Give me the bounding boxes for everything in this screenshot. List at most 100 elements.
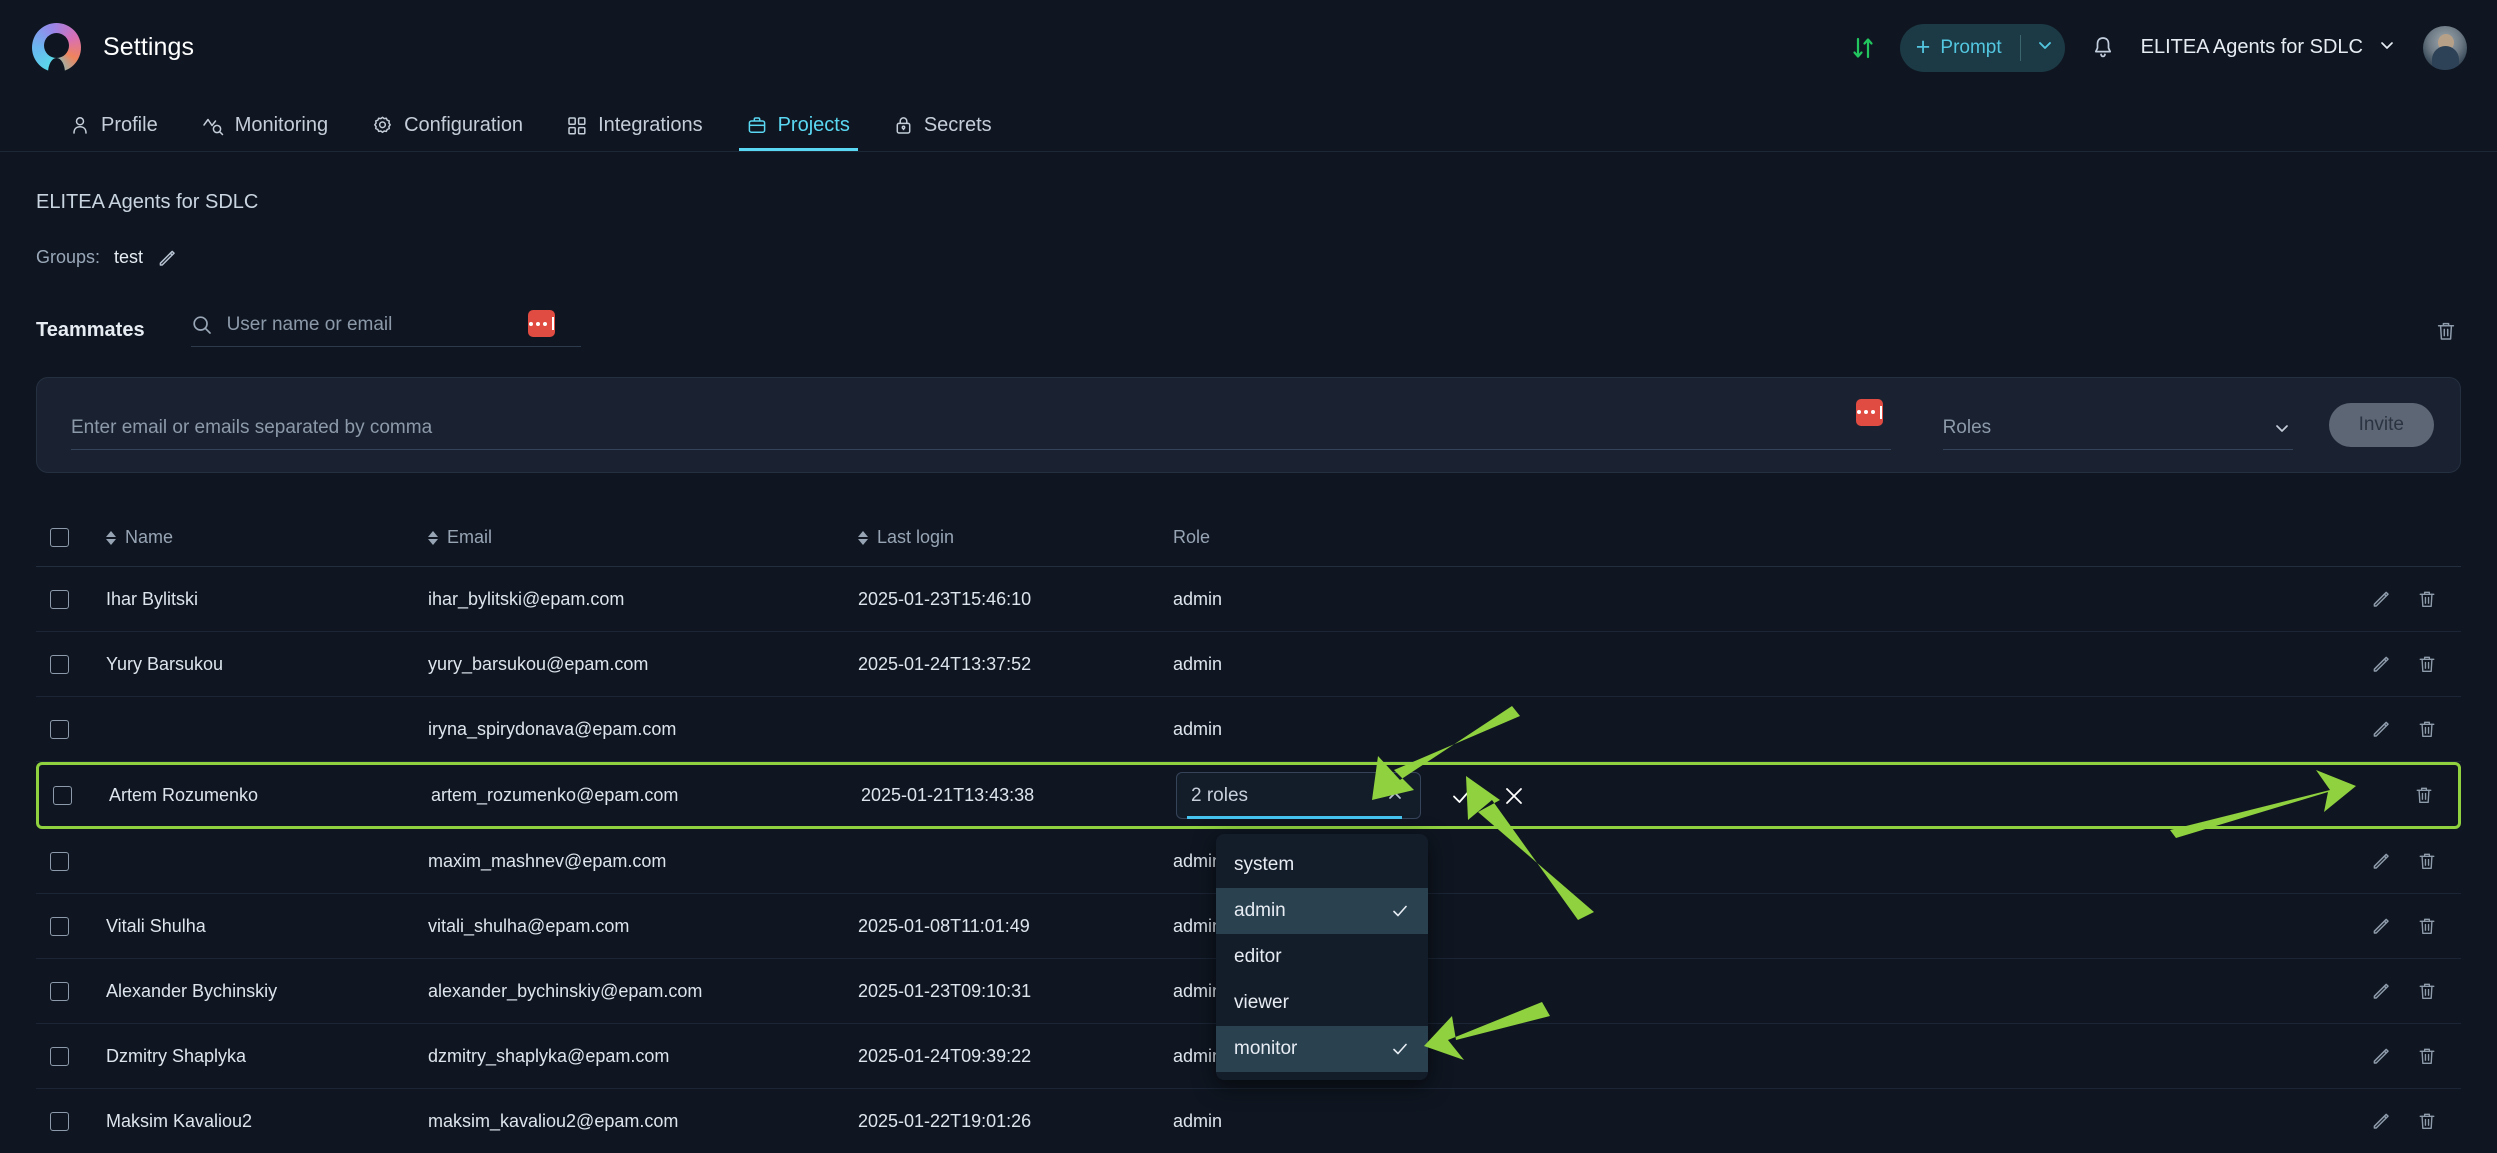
briefcase-icon xyxy=(747,115,767,136)
dot xyxy=(528,321,533,326)
edit-row-icon[interactable] xyxy=(2371,589,2391,609)
sort-arrows-icon[interactable] xyxy=(106,530,116,545)
tab-projects[interactable]: Projects xyxy=(725,114,872,151)
delete-row-icon[interactable] xyxy=(2417,916,2437,937)
edit-row-icon[interactable] xyxy=(2371,654,2391,674)
delete-selected-icon[interactable] xyxy=(2435,320,2457,343)
row-checkbox[interactable] xyxy=(53,786,72,805)
elitea-logo-icon[interactable] xyxy=(32,23,81,73)
row-checkbox[interactable] xyxy=(50,654,69,674)
delete-row-icon[interactable] xyxy=(2417,654,2437,675)
edit-row-icon[interactable] xyxy=(2371,981,2391,1001)
table-row[interactable]: Ihar Bylitski ihar_bylitski@epam.com 202… xyxy=(36,567,2461,632)
tabs-divider xyxy=(0,151,2497,152)
search-input[interactable] xyxy=(226,314,517,336)
row-checkbox[interactable] xyxy=(50,1046,69,1066)
sort-arrows-icon[interactable] xyxy=(858,530,868,545)
invite-card: Roles Invite xyxy=(36,377,2461,473)
row-checkbox[interactable] xyxy=(50,916,69,936)
role-option-system[interactable]: system xyxy=(1216,842,1428,888)
bell-icon[interactable] xyxy=(2091,35,2115,61)
edit-row-icon[interactable] xyxy=(2371,1111,2391,1131)
invite-button[interactable]: Invite xyxy=(2328,403,2434,447)
delete-row-icon[interactable] xyxy=(2417,589,2437,610)
tab-integrations-label: Integrations xyxy=(598,114,703,136)
row-checkbox[interactable] xyxy=(50,981,69,1001)
delete-row-icon[interactable] xyxy=(2417,1046,2437,1067)
project-selector[interactable]: ELITEA Agents for SDLC xyxy=(2141,35,2397,61)
delete-row-icon[interactable] xyxy=(2417,719,2437,740)
grid-icon xyxy=(567,116,587,136)
edit-row-icon[interactable] xyxy=(2371,719,2391,739)
prompt-button-label: Prompt xyxy=(1940,36,2002,58)
role-dropdown-menu[interactable]: system admin editor viewer monitor xyxy=(1216,834,1428,1080)
cell-last-login: 2025-01-22T19:01:26 xyxy=(858,1110,1032,1131)
delete-row-icon[interactable] xyxy=(2414,785,2434,806)
tab-secrets-label: Secrets xyxy=(923,114,992,136)
cell-role: admin xyxy=(1173,1110,1223,1131)
tab-profile[interactable]: Profile xyxy=(48,114,180,151)
cell-last-login: 2025-01-24T09:39:22 xyxy=(858,1045,1032,1066)
cell-email: vitali_shulha@epam.com xyxy=(428,915,630,936)
role-option-editor[interactable]: editor xyxy=(1216,934,1428,980)
dot xyxy=(1863,410,1868,414)
tab-monitoring[interactable]: Monitoring xyxy=(180,114,350,151)
role-option-label: editor xyxy=(1234,946,1282,967)
row-checkbox[interactable] xyxy=(50,851,69,871)
column-header-last-login[interactable]: Last login xyxy=(858,527,1173,548)
avatar[interactable] xyxy=(2423,25,2467,70)
edit-row-icon[interactable] xyxy=(2371,1046,2391,1066)
teammates-search xyxy=(190,310,581,347)
three-dots-badge[interactable] xyxy=(1855,398,1883,426)
sort-arrows-icon[interactable] xyxy=(428,530,438,545)
tab-integrations[interactable]: Integrations xyxy=(545,114,725,151)
invite-roles-select[interactable]: Roles xyxy=(1942,417,2293,450)
row-actions xyxy=(2351,1046,2461,1067)
table-row[interactable]: Yury Barsukou yury_barsukou@epam.com 202… xyxy=(36,632,2461,697)
groups-row: Groups: test xyxy=(36,247,2465,268)
row-checkbox[interactable] xyxy=(50,1111,69,1131)
row-checkbox[interactable] xyxy=(50,719,69,739)
row-edit-controls xyxy=(1449,783,1527,809)
tab-secrets[interactable]: Secrets xyxy=(872,114,1014,151)
row-select-cell xyxy=(36,719,98,739)
new-prompt-button[interactable]: + Prompt xyxy=(1899,23,2065,72)
edit-row-icon[interactable] xyxy=(2371,851,2391,871)
cell-role: admin xyxy=(1173,718,1223,739)
table-row[interactable]: iryna_spirydonava@epam.com admin xyxy=(36,697,2461,762)
prompt-divider xyxy=(2019,34,2021,61)
cell-email: yury_barsukou@epam.com xyxy=(428,653,649,674)
close-icon[interactable] xyxy=(1501,783,1527,809)
delete-row-icon[interactable] xyxy=(2417,981,2437,1002)
invite-email-input[interactable] xyxy=(71,416,1891,439)
top-bar-right: + Prompt ELITEA Agents for SDLC xyxy=(1852,23,2467,72)
row-select-cell xyxy=(39,786,101,805)
row-checkbox[interactable] xyxy=(50,589,69,609)
column-header-email[interactable]: Email xyxy=(428,527,858,548)
role-option-admin[interactable]: admin xyxy=(1216,888,1428,934)
role-multiselect[interactable]: 2 roles xyxy=(1176,772,1421,819)
chevron-down-icon[interactable] xyxy=(2035,35,2055,61)
groups-label: Groups: xyxy=(36,247,101,267)
cell-email: alexander_bychinskiy@epam.com xyxy=(428,980,703,1001)
table-row[interactable]: Maksim Kavaliou2 maksim_kavaliou2@epam.c… xyxy=(36,1089,2461,1153)
check-icon[interactable] xyxy=(1449,783,1475,809)
focus-underline xyxy=(1187,816,1402,819)
role-option-monitor[interactable]: monitor xyxy=(1216,1026,1428,1072)
project-selector-label: ELITEA Agents for SDLC xyxy=(2140,36,2363,58)
tab-monitoring-label: Monitoring xyxy=(234,114,329,136)
delete-row-icon[interactable] xyxy=(2417,1111,2437,1132)
select-all-checkbox[interactable] xyxy=(50,528,69,547)
delete-row-icon[interactable] xyxy=(2417,851,2437,872)
edit-row-icon[interactable] xyxy=(2371,916,2391,936)
tab-configuration[interactable]: Configuration xyxy=(350,114,545,151)
table-row-editing[interactable]: Artem Rozumenko artem_rozumenko@epam.com… xyxy=(36,762,2461,829)
tab-configuration-label: Configuration xyxy=(404,114,524,136)
row-actions xyxy=(2351,719,2461,740)
column-header-name[interactable]: Name xyxy=(98,527,428,548)
role-option-viewer[interactable]: viewer xyxy=(1216,980,1428,1026)
pencil-icon[interactable] xyxy=(157,248,177,268)
role-option-label: admin xyxy=(1234,900,1286,921)
swap-vertical-icon[interactable] xyxy=(1852,35,1874,61)
three-dots-badge[interactable] xyxy=(527,310,555,337)
